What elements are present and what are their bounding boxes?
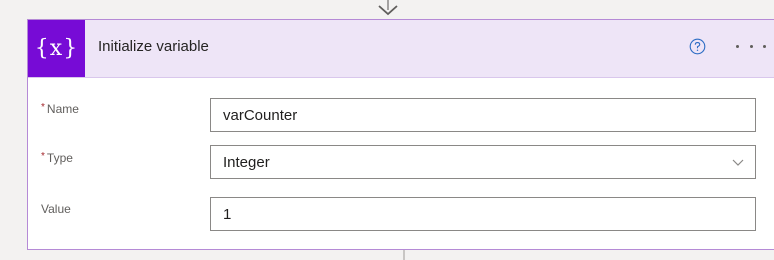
value-label-text: Value [41,202,71,216]
type-label: * Type [41,151,73,165]
type-dropdown-value: Integer [223,154,270,171]
value-label: Value [41,202,71,216]
name-label-text: Name [46,102,79,116]
connector-line [403,250,405,260]
card-title: Initialize variable [98,38,209,55]
name-input-value: varCounter [223,107,298,124]
name-input[interactable]: varCounter [210,98,756,132]
value-input[interactable]: 1 [210,197,756,231]
type-dropdown[interactable]: Integer [210,145,756,179]
more-ellipsis-icon[interactable] [736,36,766,56]
more-dot [763,44,766,48]
card-header[interactable]: {x} Initialize variable [28,20,774,78]
connector-arrow-icon [378,0,398,16]
variable-icon-text: {x} [34,36,79,61]
required-marker: * [41,102,45,113]
help-circle-icon[interactable] [689,38,706,55]
variable-icon: {x} [28,20,85,77]
value-input-value: 1 [223,206,232,223]
more-dot [749,44,753,48]
name-label: * Name [41,102,79,116]
type-label-text: Type [46,151,73,165]
required-marker: * [41,151,45,162]
chevron-down-icon[interactable] [731,155,745,169]
more-dot [736,44,739,48]
initialize-variable-card: {x} Initialize variable * Name varCounter… [27,19,774,250]
